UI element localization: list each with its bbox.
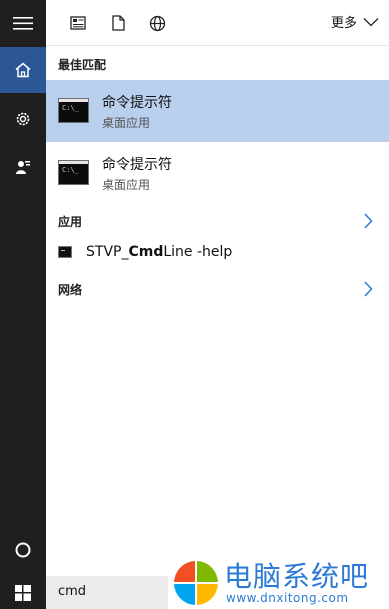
site-watermark: 电脑系统吧 www.dnxitong.com	[168, 555, 389, 609]
cortana-button[interactable]	[0, 527, 46, 573]
watermark-url: www.dnxitong.com	[226, 591, 349, 605]
command-prompt-icon: C:\_	[58, 160, 89, 185]
chevron-down-icon	[363, 17, 379, 26]
search-input[interactable]: cmd	[46, 576, 168, 609]
app-result-stvp-cmdline[interactable]: STVP_CmdLine -help	[58, 244, 232, 260]
page-icon	[111, 15, 125, 31]
left-rail	[0, 0, 46, 609]
documents-filter-button[interactable]	[108, 13, 128, 33]
contacts-button[interactable]	[0, 144, 46, 190]
circle-icon	[15, 542, 31, 558]
chevron-right-icon[interactable]	[363, 213, 373, 229]
apps-section-header[interactable]: 应用	[58, 213, 82, 230]
hamburger-menu-button[interactable]	[0, 0, 46, 46]
windows-logo-watermark	[174, 561, 218, 605]
home-icon	[15, 62, 31, 78]
more-filters-dropdown[interactable]: 更多	[331, 12, 379, 31]
result-item-cmd[interactable]: C:\_ 命令提示符 桌面应用	[46, 142, 389, 204]
result-subtitle: 桌面应用	[102, 116, 151, 130]
console-app-icon	[58, 246, 72, 258]
globe-icon	[149, 15, 165, 31]
web-filter-button[interactable]	[147, 13, 167, 33]
document-grid-icon	[70, 16, 86, 30]
settings-icon	[16, 112, 30, 126]
app-result-label: STVP_CmdLine -help	[86, 244, 233, 260]
result-title: 命令提示符	[102, 157, 172, 173]
start-search-panel: 更多 最佳匹配 C:\_ 命令提示符 桌面应用 C:\_ 命令提示符 桌面应用 …	[0, 0, 389, 609]
windows-icon	[15, 584, 31, 601]
settings-button[interactable]	[0, 96, 46, 142]
result-title: 命令提示符	[102, 95, 172, 111]
search-query: cmd	[58, 584, 87, 599]
contacts-icon	[16, 161, 30, 174]
network-section-header[interactable]: 网络	[58, 281, 82, 298]
result-item-cmd-selected[interactable]: C:\_ 命令提示符 桌面应用	[46, 80, 389, 142]
start-button[interactable]	[0, 576, 46, 609]
chevron-right-icon[interactable]	[363, 281, 373, 297]
result-subtitle: 桌面应用	[102, 178, 151, 192]
watermark-title: 电脑系统吧	[224, 560, 370, 593]
menu-icon	[13, 17, 33, 30]
command-prompt-icon: C:\_	[58, 98, 89, 123]
more-label: 更多	[330, 16, 357, 31]
home-button[interactable]	[0, 47, 46, 93]
best-match-header: 最佳匹配	[58, 58, 107, 72]
apps-filter-button[interactable]	[68, 13, 88, 33]
filter-toolbar: 更多	[46, 0, 389, 46]
